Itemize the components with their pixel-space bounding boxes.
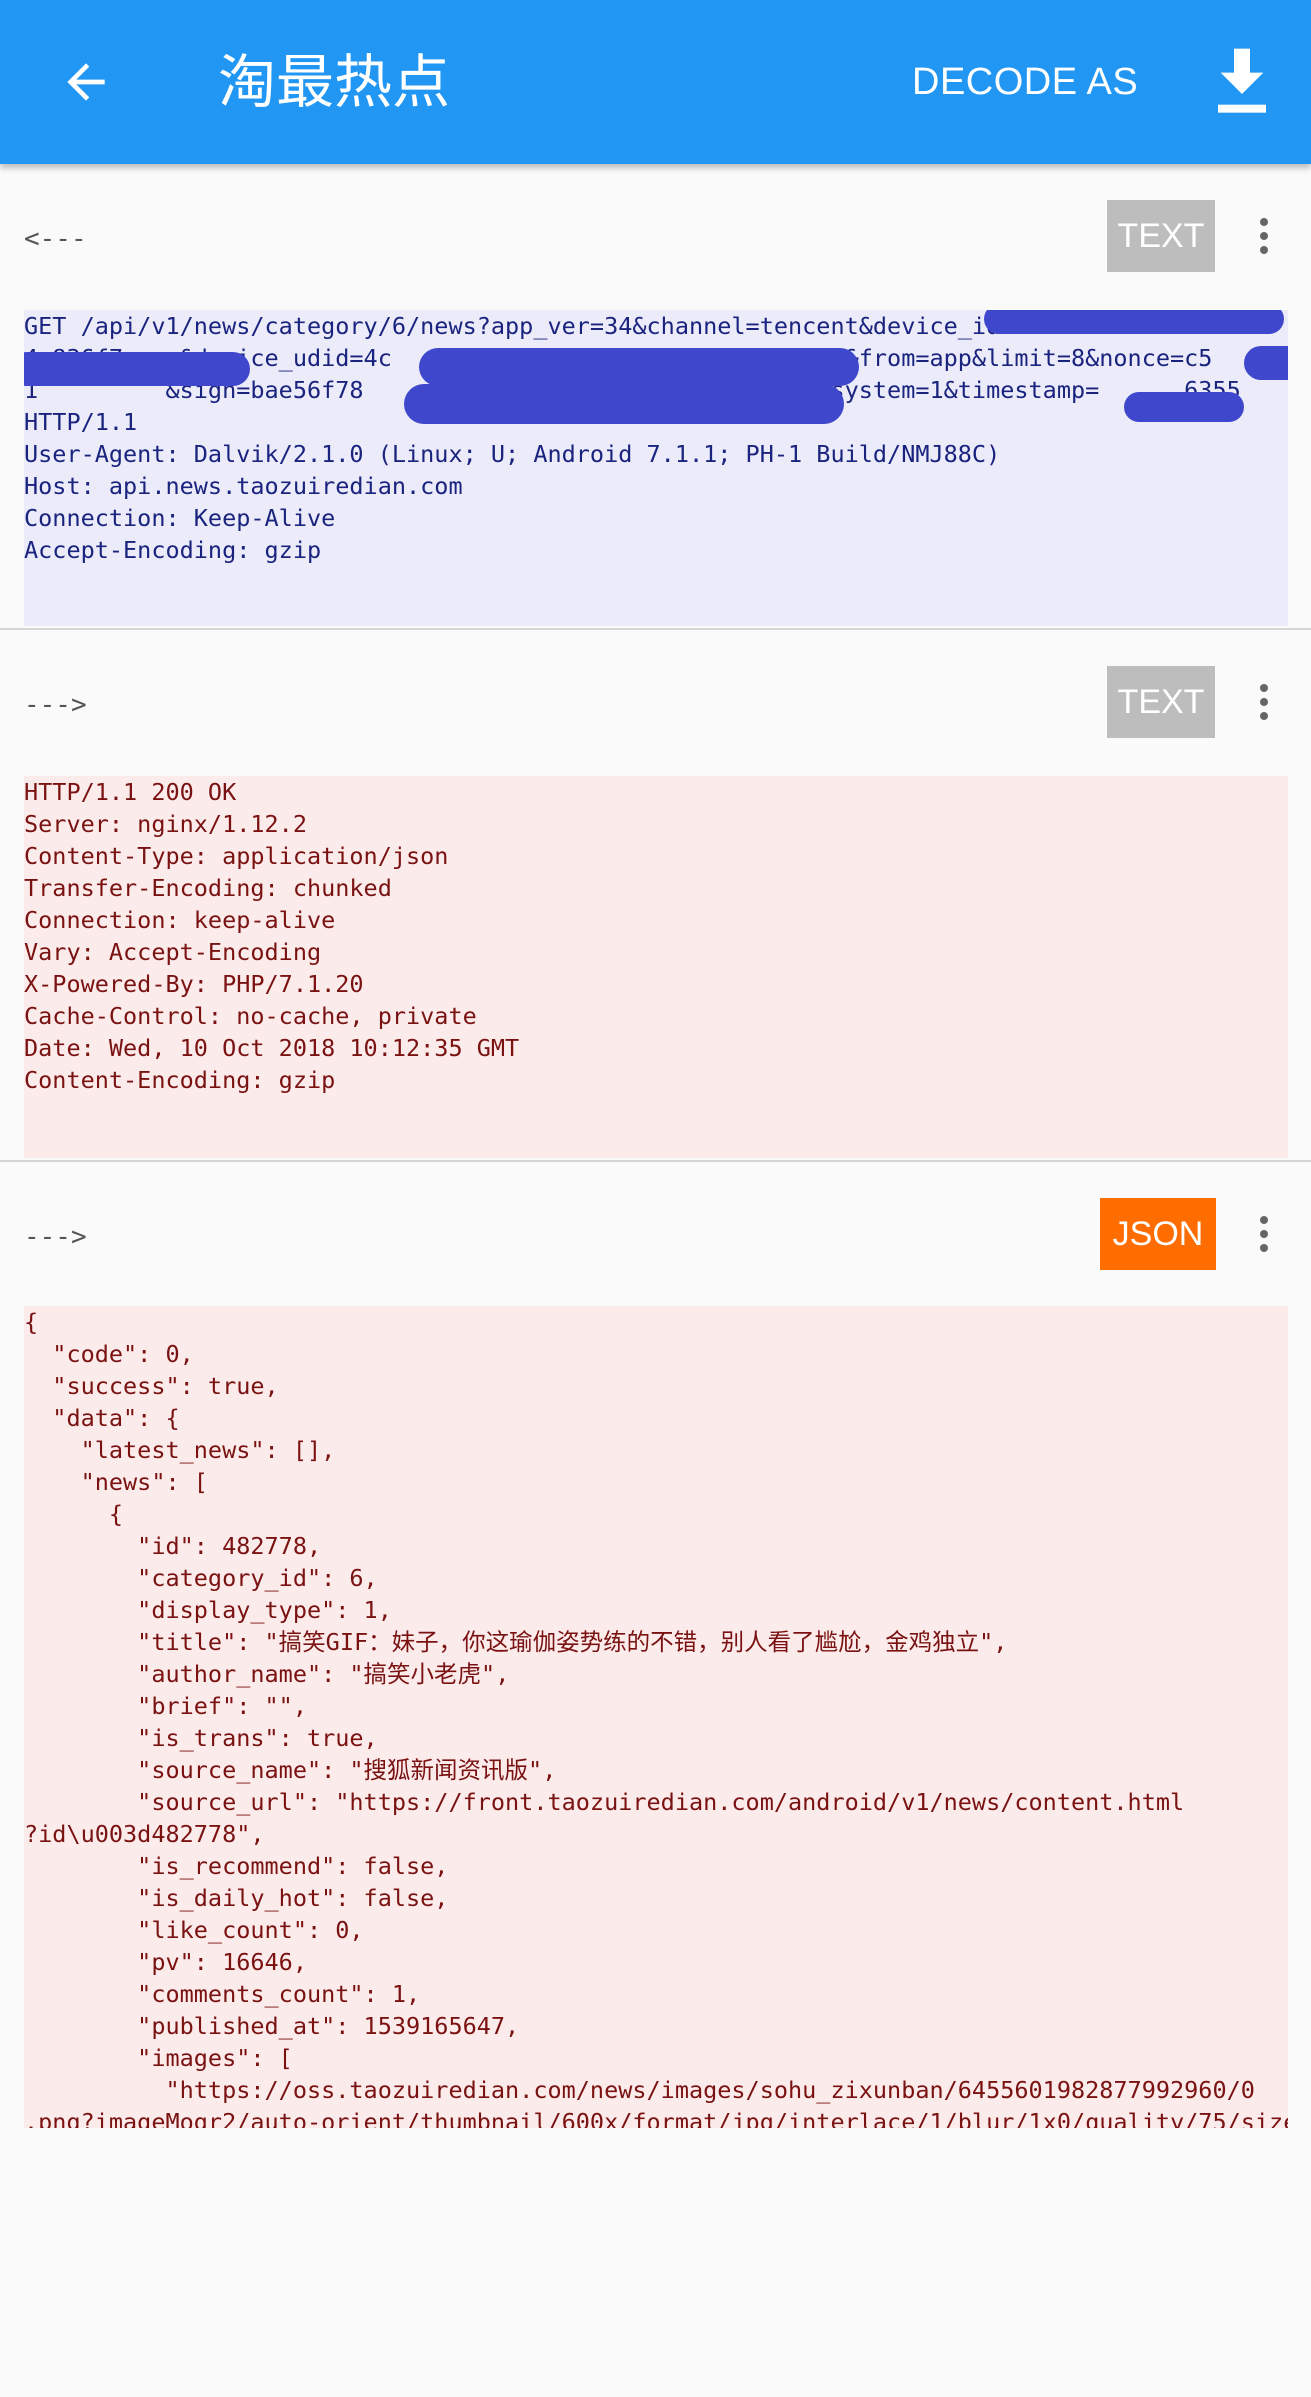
download-button[interactable] (1200, 40, 1284, 124)
redaction-mark (404, 384, 844, 424)
format-text-button[interactable]: TEXT (1107, 666, 1215, 738)
response-json-body: { "code": 0, "success": true, "data": { … (24, 1306, 1288, 2128)
direction-label: ---> (24, 690, 87, 720)
request-body: GET /api/v1/news/category/6/news?app_ver… (24, 310, 1288, 626)
direction-label: <--- (24, 224, 87, 254)
response-body-section: ---> JSON { "code": 0, "success": true, … (0, 1162, 1311, 2128)
back-button[interactable] (44, 40, 128, 124)
direction-label: ---> (24, 1222, 87, 1252)
response-headers-text: HTTP/1.1 200 OK Server: nginx/1.12.2 Con… (24, 778, 520, 1094)
format-text-button[interactable]: TEXT (1107, 200, 1215, 272)
redaction-mark (1124, 392, 1244, 422)
more-options-button[interactable] (1244, 1198, 1284, 1270)
response-json-text: { "code": 0, "success": true, "data": { … (24, 1308, 1288, 2128)
response-headers-body: HTTP/1.1 200 OK Server: nginx/1.12.2 Con… (24, 776, 1288, 1158)
more-vert-icon (1260, 1216, 1268, 1224)
redaction-mark (419, 348, 859, 386)
more-vert-icon (1260, 684, 1268, 692)
download-icon (1218, 48, 1266, 113)
format-json-button[interactable]: JSON (1100, 1198, 1216, 1270)
page-title: 淘最热点 (218, 48, 451, 116)
response-headers-section: ---> TEXT HTTP/1.1 200 OK Server: nginx/… (0, 630, 1311, 1162)
app-bar: 淘最热点 DECODE AS (0, 0, 1311, 164)
arrow-back-icon (67, 63, 105, 101)
more-options-button[interactable] (1244, 666, 1284, 738)
more-vert-icon (1260, 218, 1268, 226)
redaction-mark (24, 352, 250, 386)
request-section: <--- TEXT GET /api/v1/news/category/6/ne… (0, 164, 1311, 630)
decode-as-button[interactable]: DECODE AS (912, 50, 1138, 114)
more-options-button[interactable] (1244, 200, 1284, 272)
redaction-mark (984, 310, 1284, 334)
redaction-mark (1244, 346, 1288, 380)
